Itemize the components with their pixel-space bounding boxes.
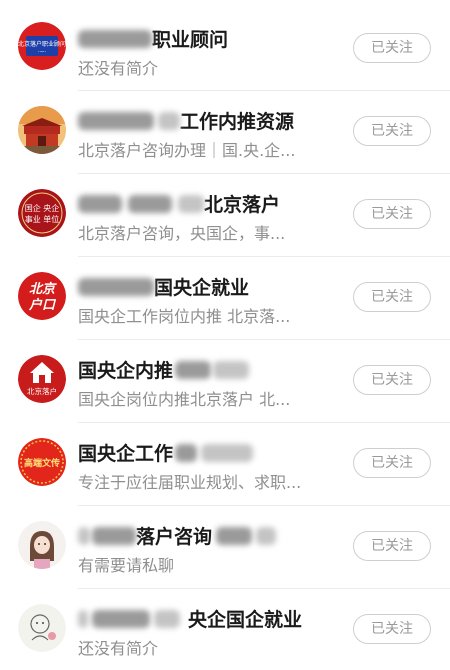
red-seal-logo-icon[interactable]: 国企 央企 事业 单位 — [18, 189, 66, 237]
account-description: 国央企工作岗位内推 北京落... — [78, 307, 291, 326]
avatar-text: 户口 — [28, 297, 57, 313]
list-item[interactable]: 工作内推资源 北京落户咨询办理｜国.央.企... 已关注 — [0, 90, 450, 172]
blurred-name — [78, 112, 154, 130]
divider — [78, 422, 450, 423]
followed-button[interactable]: 已关注 — [353, 282, 431, 312]
account-name[interactable]: 工作内推资源 — [78, 110, 294, 134]
list-item[interactable]: 国企 央企 事业 单位 北京落户 北京落户咨询，央国企，事... 已关注 — [0, 173, 450, 255]
account-description: 北京落户咨询，央国企，事... — [78, 224, 286, 243]
blurred-name — [175, 444, 198, 462]
tiananmen-photo-icon[interactable] — [18, 106, 66, 154]
account-description: 北京落户咨询办理｜国.央.企... — [78, 141, 296, 160]
account-name-text: 落户咨询 — [136, 526, 213, 548]
avatar-text: 事业 单位 — [25, 214, 60, 224]
avatar-text: 国企 央企 — [25, 203, 60, 213]
account-name[interactable]: 职业顾问 — [78, 28, 228, 52]
account-name[interactable]: 国央企内推 — [78, 359, 250, 383]
blurred-name — [78, 527, 90, 545]
followed-button[interactable]: 已关注 — [353, 448, 431, 478]
list-item[interactable]: 北京 户口 国央企就业 国央企工作岗位内推 北京落... 已关注 — [0, 256, 450, 338]
followed-button[interactable]: 已关注 — [353, 365, 431, 395]
account-description: 还没有简介 — [78, 639, 159, 658]
account-description: 还没有简介 — [78, 59, 159, 78]
followed-button[interactable]: 已关注 — [353, 33, 431, 63]
account-name[interactable]: 国央企工作 — [78, 442, 254, 466]
account-name-text: 国央企工作 — [78, 443, 174, 465]
festive-red-logo-icon[interactable]: 高端文传 — [18, 438, 66, 486]
account-name[interactable]: 北京落户 — [78, 193, 280, 217]
svg-text:·—·: ·—· — [38, 49, 47, 55]
blurred-name — [78, 195, 122, 213]
blurred-name — [216, 527, 253, 545]
divider — [78, 588, 450, 589]
blurred-name — [158, 112, 180, 130]
divider — [78, 256, 450, 257]
blurred-name — [78, 30, 152, 48]
divider — [78, 339, 450, 340]
list-item[interactable]: 央企国企就业 还没有简介 已关注 — [0, 588, 450, 670]
account-name[interactable]: 国央企就业 — [78, 276, 249, 300]
account-name-text: 职业顾问 — [152, 29, 229, 51]
account-description: 国央企岗位内推北京落户 北... — [78, 390, 291, 409]
blurred-name — [78, 278, 154, 296]
divider — [78, 505, 450, 506]
avatar-text: 高端文传 — [24, 457, 60, 469]
account-name[interactable]: 落户咨询 — [78, 525, 277, 549]
red-circle-logo-icon[interactable]: 北京落户职业顾问 ·—· — [18, 22, 66, 70]
blurred-name — [78, 610, 88, 628]
avatar-text: 北京落户 — [27, 386, 57, 396]
beijing-hukou-text-icon[interactable]: 北京 户口 — [18, 272, 66, 320]
blurred-name — [256, 527, 277, 545]
list-item[interactable]: 北京落户职业顾问 ·—· 职业顾问 还没有简介 已关注 — [0, 8, 450, 90]
account-name-text: 国央企就业 — [154, 277, 250, 299]
list-item[interactable]: 高端文传 国央企工作 专注于应往届职业规划、求职... 已关注 — [0, 422, 450, 504]
blurred-name — [92, 527, 136, 545]
account-name-text: 工作内推资源 — [180, 111, 295, 133]
avatar-text: 北京落户职业顾问 — [18, 40, 66, 48]
account-name-text: 国央企内推 — [78, 360, 174, 382]
account-name-text: 央企国企就业 — [188, 609, 303, 631]
divider — [78, 173, 450, 174]
followed-button[interactable]: 已关注 — [353, 614, 431, 644]
blurred-name — [201, 444, 254, 462]
followed-button[interactable]: 已关注 — [353, 116, 431, 146]
account-name[interactable]: 央企国企就业 — [78, 608, 302, 632]
followed-button[interactable]: 已关注 — [353, 199, 431, 229]
blurred-name — [175, 361, 212, 379]
blurred-name — [154, 610, 180, 628]
account-description: 专注于应往届职业规划、求职... — [78, 473, 302, 492]
cartoon-girl-avatar-icon[interactable] — [18, 521, 66, 569]
account-description: 有需要请私聊 — [78, 556, 175, 575]
list-item[interactable]: 北京落户 国央企内推 国央企岗位内推北京落户 北... 已关注 — [0, 339, 450, 421]
blurred-name — [128, 195, 172, 213]
blurred-name — [178, 195, 204, 213]
divider — [78, 90, 450, 91]
avatar-text: 北京 — [29, 281, 57, 297]
blurred-name — [213, 361, 250, 379]
list-item[interactable]: 落户咨询 有需要请私聊 已关注 — [0, 505, 450, 587]
account-name-text: 北京落户 — [204, 194, 281, 216]
followed-button[interactable]: 已关注 — [353, 531, 431, 561]
follow-list: 北京落户职业顾问 ·—· 职业顾问 还没有简介 已关注 工作内推资源 北京落户咨… — [0, 0, 450, 667]
blurred-name — [92, 610, 150, 628]
cartoon-sketch-avatar-icon[interactable] — [18, 604, 66, 652]
house-logo-icon[interactable]: 北京落户 — [18, 355, 66, 403]
